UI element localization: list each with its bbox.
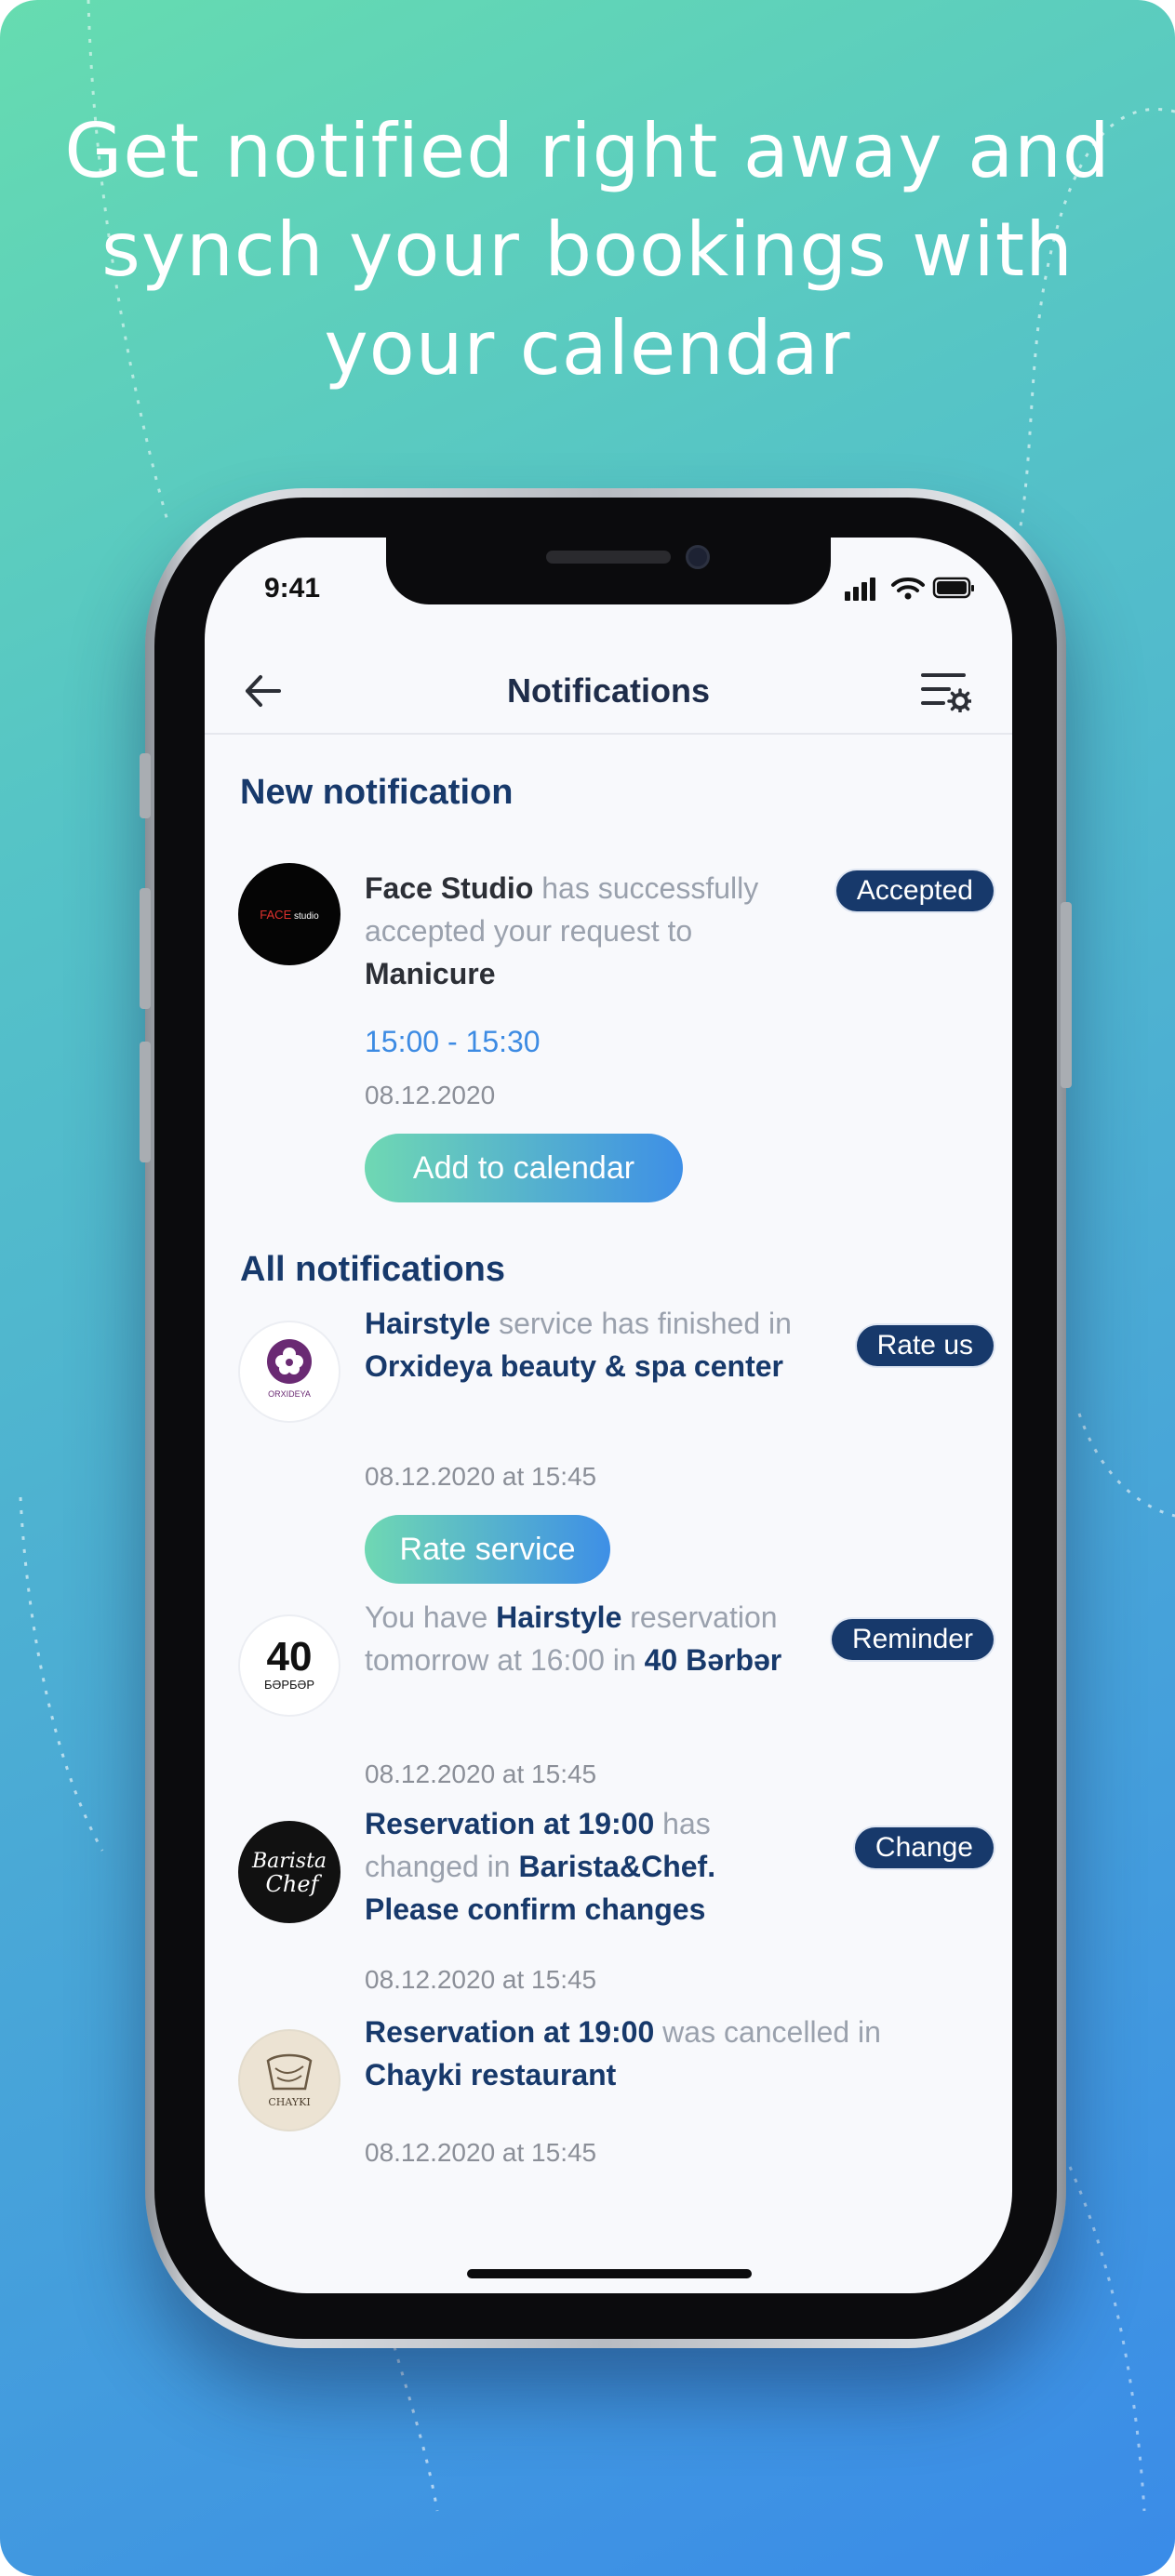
notification-date: 08.12.2020 at 15:45: [365, 2138, 597, 2167]
avatar-face-studio: FACE studio: [238, 863, 340, 965]
salon-name: Orxideya beauty & spa center: [365, 1349, 783, 1383]
notification-text: Hairstyle service has finished in Orxide…: [365, 1302, 802, 1388]
wifi-icon: [891, 578, 925, 600]
salon-name: 40 Bərbər: [644, 1643, 782, 1677]
avatar-40-barber: 40 БӘРБӘР: [238, 1614, 340, 1717]
battery-icon: [932, 577, 974, 599]
section-title-new: New notification: [240, 773, 514, 812]
notification-date: 08.12.2020 at 15:45: [365, 1759, 597, 1788]
filter-settings-icon[interactable]: [921, 670, 971, 712]
chayki-logo: CHAYKI: [266, 2053, 313, 2108]
signal-icon: [845, 578, 875, 601]
phone-screen: 9:41 Notifications New notification FACE…: [205, 538, 1012, 2293]
service-name: Hairstyle: [496, 1600, 622, 1634]
rate-service-button[interactable]: Rate service: [365, 1515, 610, 1584]
service-name: Hairstyle: [365, 1307, 491, 1340]
notification-date: 08.12.2020 at 15:45: [365, 1965, 597, 1994]
camera-icon: [686, 545, 710, 569]
chayki-logo-text: CHAYKI: [268, 2096, 310, 2108]
notification-text: You have Hairstyle reservation tomorrow …: [365, 1596, 802, 1681]
rate-us-badge[interactable]: Rate us: [856, 1325, 994, 1366]
logo-number: 40: [267, 1634, 313, 1680]
notch: [386, 538, 831, 604]
reminder-badge: Reminder: [831, 1619, 994, 1660]
40-barber-logo: 40 БӘРБӘР: [264, 1634, 314, 1692]
logo-word-2: Chef: [266, 1871, 323, 1897]
notification-date: 08.12.2020 at 15:45: [365, 1462, 597, 1491]
notification-text-part: You have: [365, 1600, 497, 1634]
status-time: 9:41: [264, 573, 321, 604]
notification-text-part: service has finished in: [490, 1307, 792, 1340]
avatar-orxideya: ORXIDEYA: [238, 1321, 340, 1423]
orxideya-logo-text: ORXIDEYA: [268, 1389, 311, 1399]
avatar-chayki: CHAYKI: [238, 2029, 340, 2131]
phone-power-button: [1061, 902, 1072, 1088]
salon-name: Face Studio: [365, 871, 534, 905]
reservation-time: Reservation at 19:00: [365, 1807, 655, 1840]
nav-bar: Notifications: [205, 649, 1012, 735]
svg-text:FACE studio: FACE studio: [260, 908, 319, 922]
barista-chef-logo: Barista Chef: [251, 1850, 327, 1897]
logo-word: БӘРБӘР: [264, 1678, 314, 1692]
speaker-grille: [546, 551, 671, 564]
headline-line-3: your calendar: [324, 305, 851, 392]
page-title: Notifications: [506, 671, 710, 710]
phone-volume-up: [140, 888, 151, 1009]
avatar-barista-chef: Barista Chef: [238, 1821, 340, 1923]
change-badge[interactable]: Change: [854, 1827, 994, 1868]
phone-mute-switch: [140, 753, 151, 818]
service-name: Manicure: [365, 957, 496, 990]
notification-text: Reservation at 19:00 was cancelled in Ch…: [365, 2011, 941, 2096]
reservation-time: Reservation at 19:00: [365, 2015, 655, 2049]
notification-text-part: was cancelled in: [654, 2015, 881, 2049]
add-to-calendar-button[interactable]: Add to calendar: [365, 1134, 683, 1202]
status-badge-accepted: Accepted: [835, 870, 994, 911]
face-studio-logo: FACE studio: [260, 908, 319, 922]
notification-date: 08.12.2020: [365, 1081, 496, 1109]
time-range: 15:00 - 15:30: [365, 1025, 541, 1058]
section-title-all: All notifications: [240, 1250, 505, 1289]
headline-line-2: synch your bookings with: [101, 206, 1074, 293]
notification-text: Reservation at 19:00 has changed in Bari…: [365, 1802, 802, 1931]
home-indicator: [467, 2269, 752, 2278]
phone-volume-down: [140, 1042, 151, 1162]
headline-line-1: Get notified right away and: [64, 108, 1111, 194]
salon-name: Chayki restaurant: [365, 2058, 617, 2091]
new-notification-text: Face Studio has successfully accepted yo…: [365, 867, 802, 995]
status-icons: [845, 577, 974, 601]
headline: Get notified right away and synch your b…: [37, 102, 1138, 398]
logo-word-1: Barista: [251, 1850, 327, 1873]
orxideya-logo: ORXIDEYA: [267, 1339, 312, 1399]
